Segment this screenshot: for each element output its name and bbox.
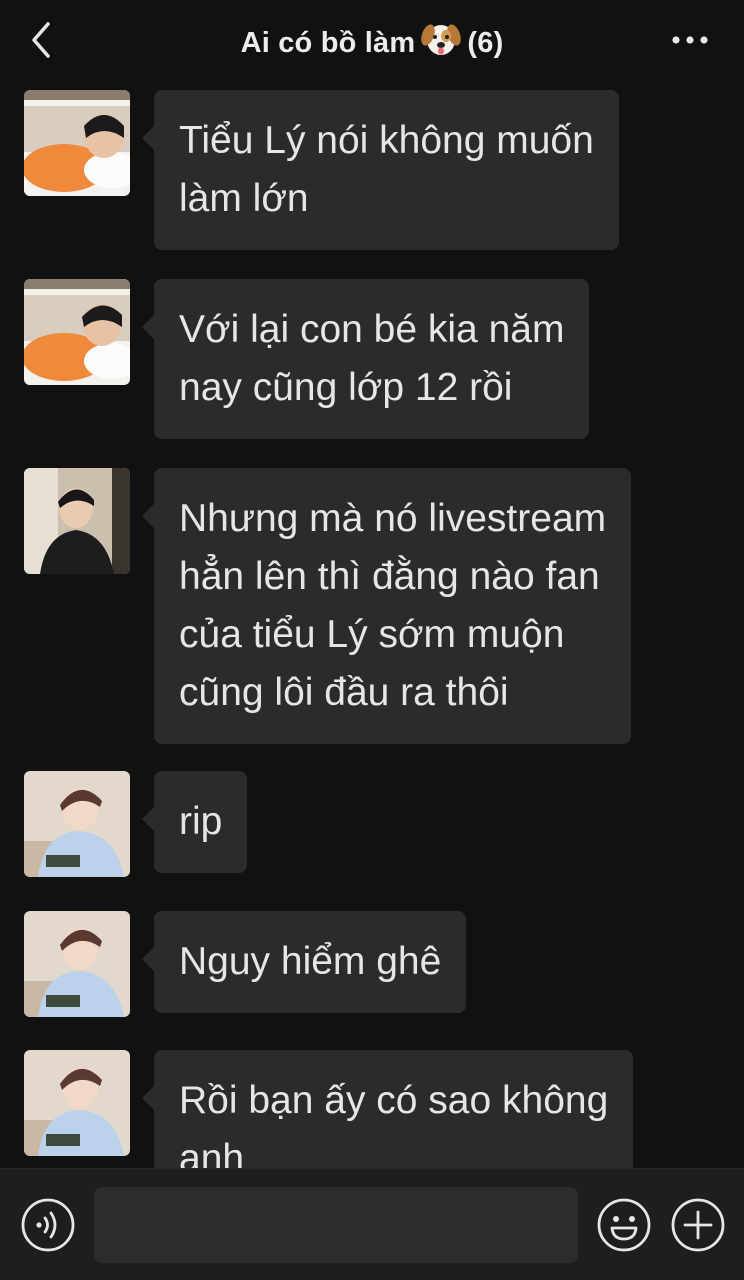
avatar[interactable] [24, 911, 130, 1017]
avatar[interactable] [24, 279, 130, 385]
chat-title-text: Ai có bồ làm [240, 27, 416, 59]
avatar-dark-suit-image [24, 468, 130, 574]
plus-icon [671, 1198, 725, 1252]
message-bubble[interactable]: Với lại con bé kia năm nay cũng lớp 12 r… [141, 279, 590, 439]
avatar[interactable] [24, 1050, 130, 1156]
more-dots-icon [672, 36, 708, 44]
avatar[interactable] [24, 468, 130, 574]
plus-button[interactable] [670, 1197, 726, 1253]
avatar-blue-shirt-image [24, 911, 130, 1017]
chat-header: Ai có bồ làm (6) [0, 0, 744, 80]
avatar-orange-shirt-image [24, 279, 130, 385]
dog-face-emoji-icon [421, 20, 462, 66]
message-bubble[interactable]: Nhưng mà nó livestream hẳn lên thì đằng … [141, 468, 632, 744]
message-list[interactable]: Tiểu Lý nói không muốn làm lớn Với lại c… [0, 80, 744, 1168]
message-bubble[interactable]: Nguy hiểm ghê [141, 911, 467, 1013]
avatar[interactable] [24, 771, 130, 877]
voice-icon [21, 1198, 75, 1252]
smiley-icon [597, 1198, 651, 1252]
message-bubble[interactable]: Tiểu Lý nói không muốn làm lớn [142, 90, 619, 250]
input-bar [0, 1168, 744, 1280]
member-count: (6) [467, 27, 504, 59]
message-input[interactable] [94, 1187, 578, 1263]
more-button[interactable] [668, 24, 712, 56]
avatar-orange-shirt-image [24, 90, 130, 196]
voice-button[interactable] [20, 1197, 76, 1253]
chat-title: Ai có bồ làm (6) [0, 20, 744, 66]
avatar[interactable] [24, 90, 130, 196]
avatar-blue-shirt-image [24, 771, 130, 877]
emoji-button[interactable] [596, 1197, 652, 1253]
message-bubble[interactable]: rip [141, 771, 248, 873]
avatar-blue-shirt-image [24, 1050, 130, 1156]
message-bubble[interactable]: Rồi bạn ấy có sao không anh [141, 1050, 634, 1168]
